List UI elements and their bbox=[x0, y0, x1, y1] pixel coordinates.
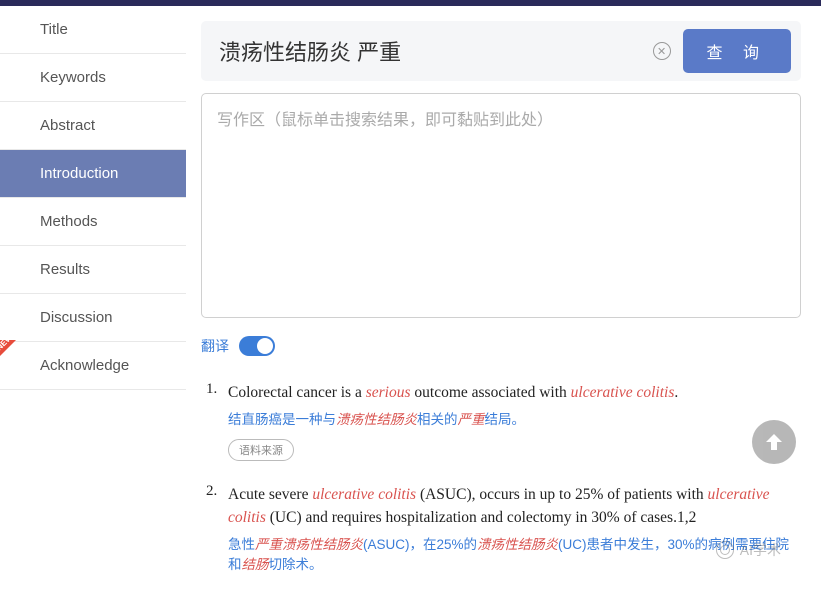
results-list: 1. Colorectal cancer is a serious outcom… bbox=[201, 381, 801, 584]
wechat-icon bbox=[716, 541, 734, 559]
scroll-to-top-button[interactable] bbox=[752, 420, 796, 464]
watermark-text: AI学术 bbox=[740, 540, 781, 560]
translate-toggle[interactable] bbox=[239, 336, 275, 356]
clear-icon[interactable]: ✕ bbox=[653, 42, 671, 60]
nav-results[interactable]: Results bbox=[0, 246, 186, 294]
nav-acknowledge[interactable]: NEW Acknowledge bbox=[0, 342, 186, 390]
result-english: Acute severe ulcerative colitis (ASUC), … bbox=[228, 483, 801, 530]
writing-area-placeholder: 写作区（鼠标单击搜索结果，即可黏贴到此处） bbox=[217, 106, 785, 130]
translate-label: 翻译 bbox=[201, 336, 229, 356]
sidebar: Title Keywords Abstract Introduction Met… bbox=[0, 6, 186, 591]
result-item[interactable]: 1. Colorectal cancer is a serious outcom… bbox=[206, 381, 801, 461]
nav-title[interactable]: Title bbox=[0, 6, 186, 54]
arrow-up-icon bbox=[762, 430, 786, 454]
writing-area[interactable]: 写作区（鼠标单击搜索结果，即可黏贴到此处） bbox=[201, 93, 801, 318]
result-chinese: 结直肠癌是一种与溃疡性结肠炎相关的严重结局。 bbox=[228, 410, 801, 430]
watermark: AI学术 bbox=[716, 540, 781, 560]
result-number: 1. bbox=[206, 381, 228, 461]
translate-row: 翻译 bbox=[201, 336, 801, 356]
nav-introduction[interactable]: Introduction bbox=[0, 150, 186, 198]
search-bar: ✕ 查 询 bbox=[201, 21, 801, 81]
nav-discussion[interactable]: Discussion bbox=[0, 294, 186, 342]
source-button[interactable]: 语料来源 bbox=[228, 439, 294, 461]
search-button[interactable]: 查 询 bbox=[683, 29, 791, 73]
nav-methods[interactable]: Methods bbox=[0, 198, 186, 246]
nav-keywords[interactable]: Keywords bbox=[0, 54, 186, 102]
result-item[interactable]: 2. Acute severe ulcerative colitis (ASUC… bbox=[206, 483, 801, 584]
nav-acknowledge-label: Acknowledge bbox=[40, 357, 129, 374]
result-number: 2. bbox=[206, 483, 228, 584]
nav-abstract[interactable]: Abstract bbox=[0, 102, 186, 150]
search-input[interactable] bbox=[211, 34, 653, 68]
result-english: Colorectal cancer is a serious outcome a… bbox=[228, 381, 801, 404]
main-content: ✕ 查 询 写作区（鼠标单击搜索结果，即可黏贴到此处） 翻译 1. Colore… bbox=[186, 6, 821, 591]
